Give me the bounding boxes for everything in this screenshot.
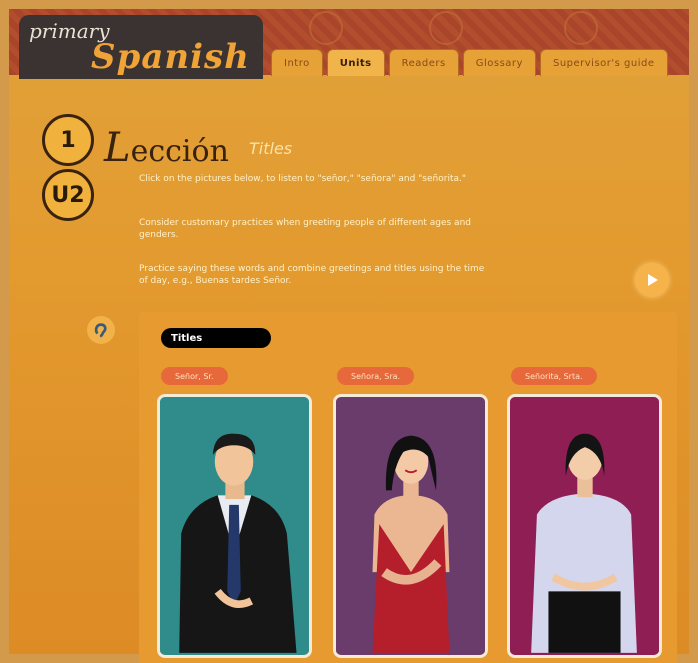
- panel-title: Titles: [161, 328, 271, 348]
- ornament-icon: [429, 11, 463, 45]
- tab-units[interactable]: Units: [326, 49, 385, 76]
- label-senor: Señor, Sr.: [161, 367, 228, 385]
- next-button[interactable]: [635, 263, 669, 297]
- instruction-text: Practice saying these words and combine …: [139, 264, 485, 286]
- young-woman-illustration: [510, 399, 659, 653]
- audio-button[interactable]: [87, 316, 115, 344]
- tab-glossary[interactable]: Glossary: [462, 49, 536, 76]
- lesson-heading: Lección: [104, 125, 229, 171]
- brand-logo: primary Spanish: [19, 15, 263, 79]
- brand-spanish: Spanish: [91, 37, 250, 77]
- app-frame: primary Spanish Intro Units Readers Glos…: [0, 0, 698, 663]
- tab-supervisors-guide[interactable]: Supervisor's guide: [539, 49, 668, 76]
- lesson-heading-initial: L: [104, 125, 131, 171]
- picture-senor[interactable]: [157, 394, 312, 658]
- tab-intro[interactable]: Intro: [271, 49, 323, 76]
- nav-tabs: Intro Units Readers Glossary Supervisor'…: [271, 49, 668, 76]
- lesson-subtitle: Titles: [249, 139, 293, 158]
- unit-badge: U2: [42, 169, 94, 221]
- label-senorita: Señorita, Srta.: [511, 367, 597, 385]
- picture-senora[interactable]: [333, 394, 488, 658]
- lesson-heading-rest: ección: [130, 134, 229, 169]
- man-illustration: [160, 399, 309, 653]
- ornament-icon: [564, 11, 598, 45]
- lesson-number-badge: 1: [42, 114, 94, 166]
- instruction-text: Click on the pictures below, to listen t…: [139, 174, 466, 184]
- tab-readers[interactable]: Readers: [388, 49, 459, 76]
- titles-panel: Titles Señor, Sr. Señora, Sra. Señorita,…: [139, 312, 677, 663]
- instruction-text: Consider customary practices when greeti…: [139, 218, 471, 240]
- picture-senorita[interactable]: [507, 394, 662, 658]
- play-icon: [648, 274, 658, 286]
- woman-illustration: [336, 399, 485, 653]
- label-senora: Señora, Sra.: [337, 367, 415, 385]
- ornament-icon: [309, 11, 343, 45]
- ear-icon: [94, 323, 107, 338]
